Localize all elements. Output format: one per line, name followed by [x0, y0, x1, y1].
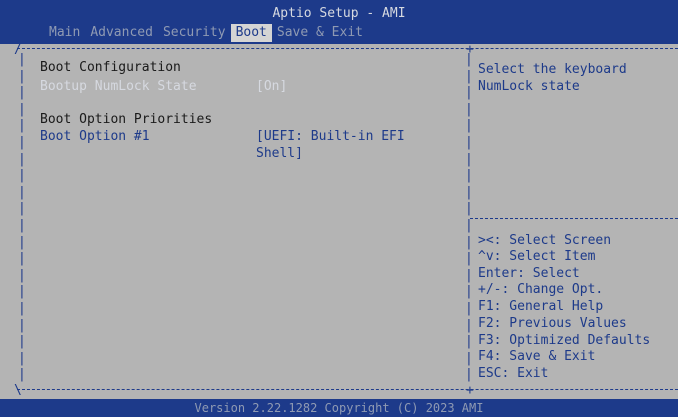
help-key-f3: F3: Optimized Defaults	[478, 333, 651, 348]
tab-bar: Main Advanced Security Boot Save & Exit	[44, 24, 368, 42]
frame-top-border	[17, 48, 678, 50]
tab-advanced[interactable]: Advanced	[85, 24, 158, 42]
help-description-line-1: Select the keyboard	[478, 62, 627, 77]
tab-security[interactable]: Security	[158, 24, 231, 42]
frame-left-border: | | | | | | | | | | | | | | | | | | | |	[18, 52, 26, 383]
boot-option-1-label[interactable]: Boot Option #1	[40, 129, 150, 144]
footer-version: Version 2.22.1282 Copyright (C) 2023 AMI	[0, 399, 678, 417]
frame-bottom-border	[17, 389, 678, 391]
help-key-f4: F4: Save & Exit	[478, 349, 596, 364]
boot-priorities-heading: Boot Option Priorities	[40, 112, 213, 127]
help-key-select-item: ^v: Select Item	[478, 249, 596, 264]
help-key-esc: ESC: Exit	[478, 366, 549, 381]
numlock-state-label[interactable]: Bootup NumLock State	[40, 79, 197, 94]
tab-save-exit[interactable]: Save & Exit	[272, 24, 368, 42]
help-key-enter: Enter: Select	[478, 266, 580, 281]
tab-boot[interactable]: Boot	[230, 24, 272, 42]
numlock-state-value[interactable]: [On]	[256, 79, 287, 94]
help-divider	[470, 218, 678, 220]
boot-configuration-heading: Boot Configuration	[40, 60, 181, 75]
frame-junction-bottom: +	[466, 383, 474, 398]
help-description-line-2: NumLock state	[478, 79, 580, 94]
help-key-f1: F1: General Help	[478, 299, 604, 314]
help-key-change-opt: +/-: Change Opt.	[478, 282, 604, 297]
help-key-f2: F2: Previous Values	[478, 316, 627, 331]
help-key-select-screen: ><: Select Screen	[478, 233, 612, 248]
tab-main[interactable]: Main	[44, 24, 85, 42]
boot-option-1-value-continued[interactable]: Shell]	[256, 146, 303, 161]
title-bar: Aptio Setup - AMI Main Advanced Security…	[0, 0, 678, 44]
help-column-border: | | | | | | | | | | | | | | | | | | | |	[465, 52, 473, 383]
boot-option-1-value[interactable]: [UEFI: Built-in EFI	[256, 129, 405, 144]
app-title: Aptio Setup - AMI	[272, 6, 406, 21]
